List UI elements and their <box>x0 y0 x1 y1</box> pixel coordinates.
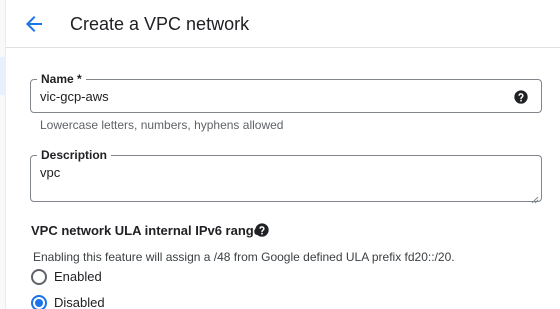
radio-button-enabled[interactable] <box>31 269 47 285</box>
description-textarea-value[interactable]: vpc <box>40 165 60 181</box>
radio-enabled[interactable]: Enabled <box>31 267 151 287</box>
resize-grip-icon[interactable] <box>531 191 539 204</box>
back-arrow-icon[interactable] <box>22 12 46 36</box>
description-field-label: Description <box>37 148 112 162</box>
ula-section-description: Enabling this feature will assign a /48 … <box>33 250 455 264</box>
name-input-value[interactable]: vic-gcp-aws <box>40 89 109 105</box>
radio-label-enabled: Enabled <box>54 269 102 284</box>
help-circle-icon[interactable] <box>254 222 270 238</box>
ula-section-title: VPC network ULA internal IPv6 range <box>31 223 261 238</box>
description-field[interactable]: Description vpc <box>30 148 542 204</box>
radio-button-disabled[interactable] <box>31 295 47 309</box>
help-circle-icon[interactable] <box>513 89 529 105</box>
name-field-hint: Lowercase letters, numbers, hyphens allo… <box>40 118 284 132</box>
left-nav-highlight <box>0 57 6 95</box>
page-title: Create a VPC network <box>70 14 250 34</box>
name-field[interactable]: Name * vic-gcp-aws <box>30 72 542 113</box>
name-field-label: Name * <box>37 72 86 86</box>
radio-label-disabled: Disabled <box>54 295 105 309</box>
page-header: Create a VPC network <box>6 0 560 48</box>
radio-disabled[interactable]: Disabled <box>31 293 151 309</box>
